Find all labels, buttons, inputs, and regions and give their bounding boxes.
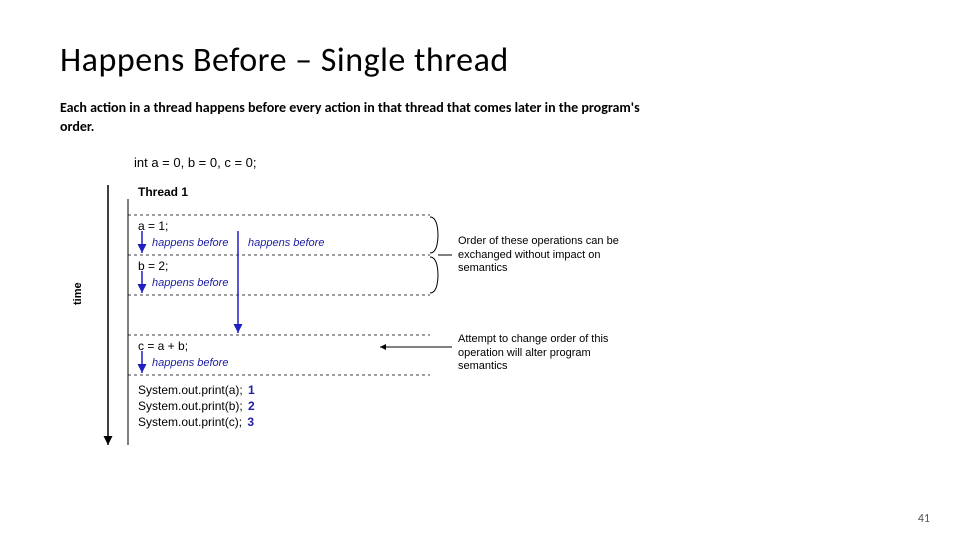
stmt-c: c = a + b; bbox=[138, 339, 188, 353]
declaration-line: int a = 0, b = 0, c = 0; bbox=[134, 155, 257, 170]
hb-2: happens before bbox=[152, 277, 228, 289]
out-b-code: System.out.print(b); bbox=[138, 399, 243, 413]
out-a: System.out.print(a); 1 bbox=[138, 383, 255, 397]
hb-3: happens before bbox=[152, 357, 228, 369]
annotation-reorder: Order of these operations can be exchang… bbox=[458, 235, 628, 276]
timeline-diagram: time int a = 0, b = 0, c = 0; Thread 1 a… bbox=[80, 155, 640, 455]
time-axis-label: time bbox=[72, 282, 84, 305]
hb-long: happens before bbox=[248, 237, 324, 249]
out-c-val: 3 bbox=[247, 415, 254, 429]
page-number: 41 bbox=[918, 512, 930, 526]
slide-subtitle: Each action in a thread happens before e… bbox=[60, 99, 660, 137]
stmt-b: b = 2; bbox=[138, 259, 168, 273]
hb-1: happens before bbox=[152, 237, 228, 249]
out-b-val: 2 bbox=[248, 399, 255, 413]
out-c-code: System.out.print(c); bbox=[138, 415, 242, 429]
stmt-a: a = 1; bbox=[138, 219, 168, 233]
out-c: System.out.print(c); 3 bbox=[138, 415, 254, 429]
slide-title: Happens Before – Single thread bbox=[60, 40, 900, 81]
thread-label: Thread 1 bbox=[138, 185, 188, 199]
out-b: System.out.print(b); 2 bbox=[138, 399, 255, 413]
annotation-fixed: Attempt to change order of this operatio… bbox=[458, 333, 628, 374]
out-a-code: System.out.print(a); bbox=[138, 383, 243, 397]
out-a-val: 1 bbox=[248, 383, 255, 397]
